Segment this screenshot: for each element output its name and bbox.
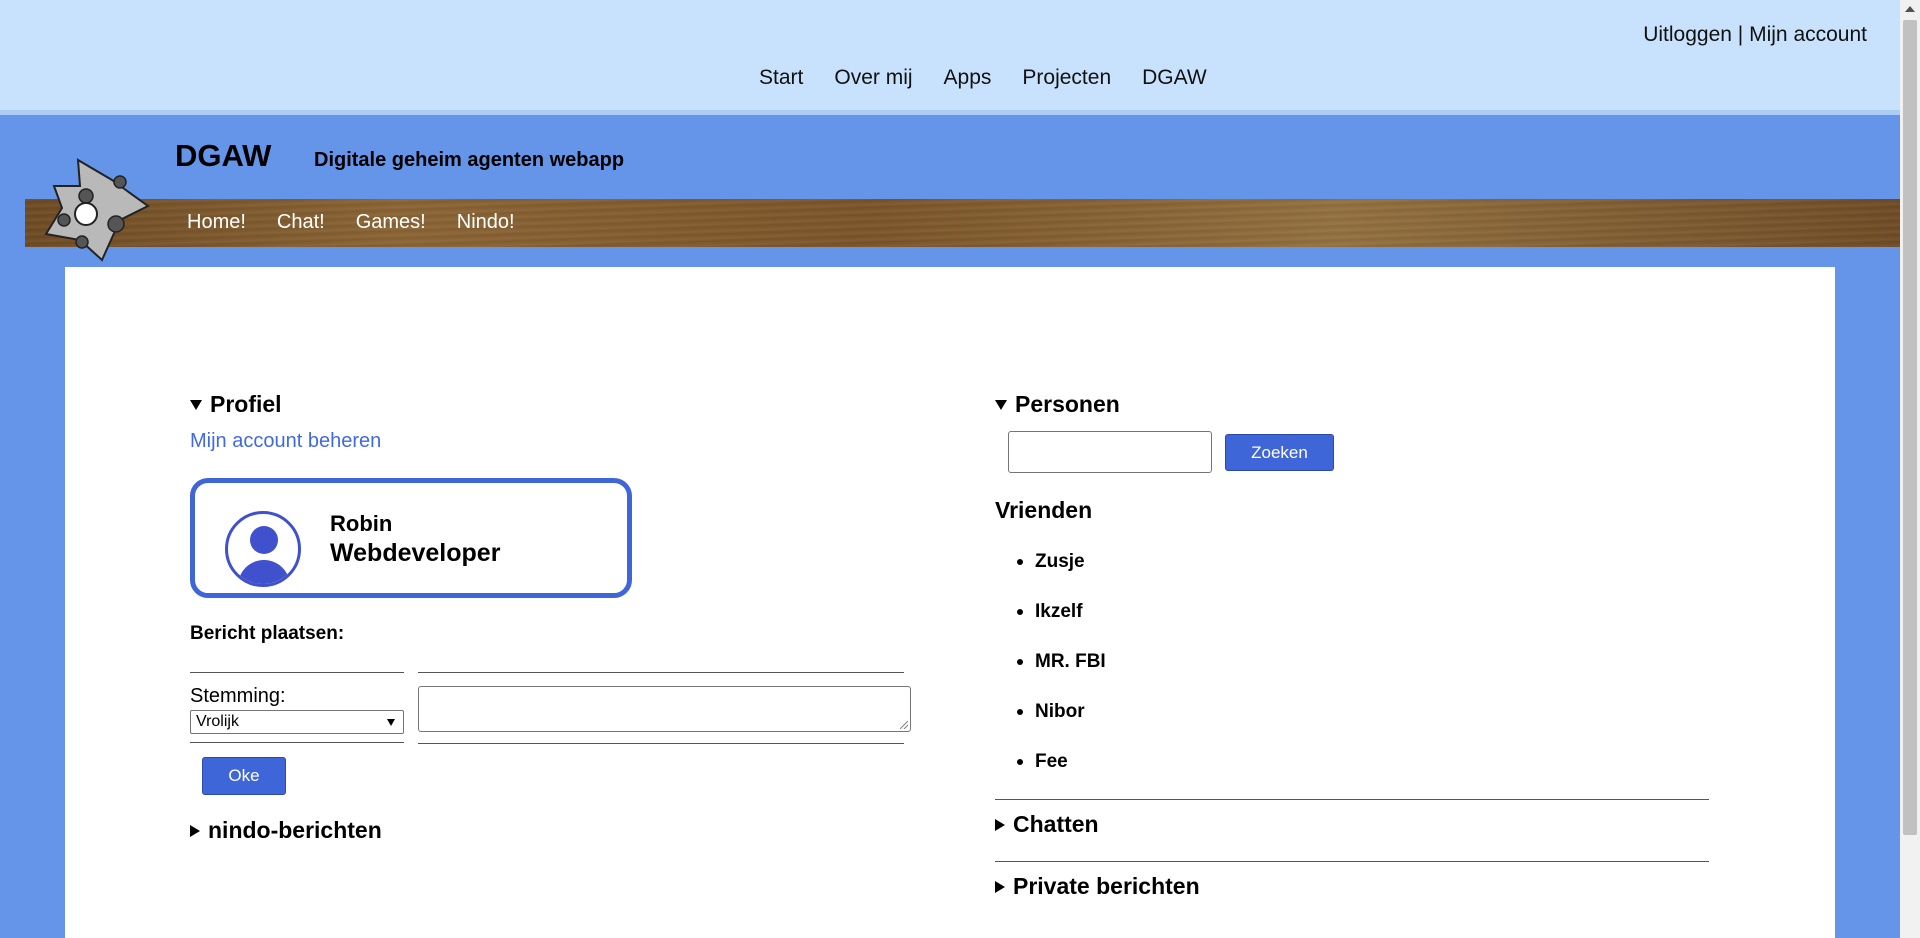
profile-section-title: Profiel — [210, 391, 282, 417]
nav-projecten[interactable]: Projecten — [1022, 66, 1111, 90]
private-messages-toggle[interactable]: Private berichten — [995, 873, 1200, 900]
people-section-title: Personen — [1015, 391, 1120, 417]
nav-over-mij[interactable]: Over mij — [834, 66, 912, 90]
divider — [190, 672, 404, 673]
divider — [418, 743, 904, 744]
friend-item[interactable]: MR. FBI — [1017, 637, 1106, 687]
people-section-toggle[interactable]: Personen — [995, 391, 1120, 418]
top-bar: Uitloggen | Mijn account Start Over mij … — [0, 0, 1900, 115]
chat-section-toggle[interactable]: Chatten — [995, 811, 1099, 838]
mood-select-value: Vrolijk — [196, 713, 239, 730]
private-messages-title: Private berichten — [1013, 873, 1200, 899]
profile-section-toggle[interactable]: Profiel — [190, 391, 282, 418]
my-account-link[interactable]: Mijn account — [1749, 23, 1867, 46]
top-nav: Start Over mij Apps Projecten DGAW — [759, 66, 1207, 90]
avatar-body — [238, 560, 290, 584]
chat-section-title: Chatten — [1013, 811, 1099, 837]
divider — [418, 672, 904, 673]
collapsed-triangle-icon — [995, 880, 1005, 893]
nav-dgaw[interactable]: DGAW — [1142, 66, 1207, 90]
friend-item[interactable]: Nibor — [1017, 687, 1106, 737]
page-scrollbar[interactable] — [1900, 0, 1920, 938]
expanded-triangle-icon — [995, 399, 1007, 410]
nav-games[interactable]: Games! — [356, 211, 426, 234]
scroll-thumb[interactable] — [1903, 20, 1917, 835]
friend-item[interactable]: Zusje — [1017, 537, 1106, 587]
nindo-messages-title: nindo-berichten — [208, 817, 382, 843]
manage-account-link[interactable]: Mijn account beheren — [190, 430, 381, 453]
message-textarea[interactable] — [418, 686, 911, 732]
divider — [995, 799, 1709, 800]
shuriken-logo-icon — [44, 158, 150, 262]
scroll-up-arrow-icon[interactable] — [1905, 6, 1915, 12]
logout-link[interactable]: Uitloggen — [1643, 23, 1732, 46]
submit-post-button[interactable]: Oke — [202, 757, 286, 795]
nav-chat[interactable]: Chat! — [277, 211, 325, 234]
profile-name: Robin — [330, 511, 393, 536]
friend-item[interactable]: Ikzelf — [1017, 587, 1106, 637]
nav-start[interactable]: Start — [759, 66, 803, 90]
friends-heading: Vrienden — [995, 497, 1093, 523]
collapsed-triangle-icon — [995, 818, 1005, 831]
resize-grip-icon[interactable] — [900, 721, 908, 729]
divider — [190, 742, 404, 743]
site-title: DGAW — [175, 138, 272, 173]
collapsed-triangle-icon — [190, 824, 200, 837]
post-message-label: Bericht plaatsen: — [190, 623, 345, 644]
divider — [995, 861, 1709, 862]
dropdown-arrow-icon — [387, 719, 395, 726]
account-separator: | — [1737, 23, 1744, 46]
nav-home[interactable]: Home! — [187, 211, 246, 234]
nav-apps[interactable]: Apps — [944, 66, 992, 90]
nindo-messages-toggle[interactable]: nindo-berichten — [190, 817, 382, 844]
profile-role: Webdeveloper — [330, 539, 501, 567]
people-search-input[interactable] — [1008, 431, 1212, 473]
mood-label: Stemming: — [190, 685, 286, 707]
expanded-triangle-icon — [190, 399, 202, 410]
site-subtitle: Digitale geheim agenten webapp — [314, 149, 625, 171]
nav-nindo[interactable]: Nindo! — [457, 211, 515, 234]
friends-list: Zusje Ikzelf MR. FBI Nibor Fee — [1017, 537, 1106, 787]
wood-nav: Home! Chat! Games! Nindo! — [187, 211, 515, 234]
profile-card: Robin Webdeveloper — [190, 478, 632, 598]
avatar-head — [250, 526, 278, 554]
friend-item[interactable]: Fee — [1017, 737, 1106, 787]
search-button[interactable]: Zoeken — [1225, 434, 1334, 471]
account-links: Uitloggen | Mijn account — [1643, 23, 1867, 47]
mood-select[interactable]: Vrolijk — [190, 710, 404, 734]
user-avatar-icon — [225, 511, 301, 587]
